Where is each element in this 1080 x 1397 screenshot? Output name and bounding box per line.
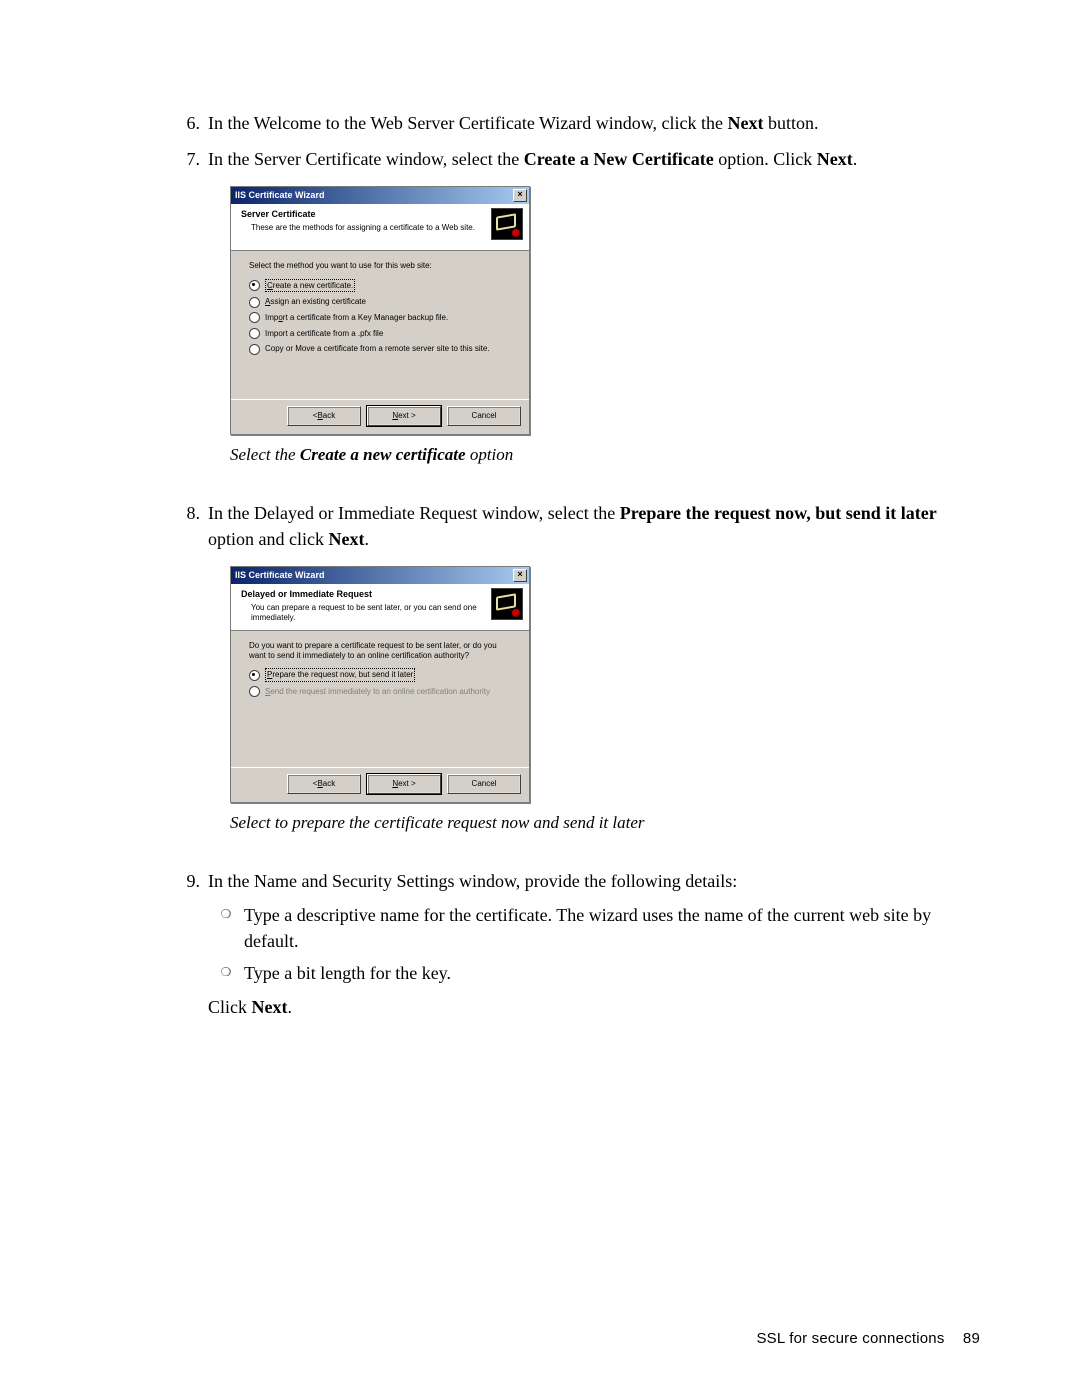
radio-copy-move-remote[interactable]: Copy or Move a certificate from a remote…: [249, 343, 511, 355]
page-footer: SSL for secure connections 89: [756, 1330, 980, 1347]
radio-assign-existing[interactable]: Assign an existing certificate: [249, 296, 511, 308]
step-number: 8.: [170, 500, 208, 858]
cancel-button[interactable]: Cancel: [447, 774, 521, 794]
step-number: 6.: [170, 110, 208, 136]
dialog-subtitle: Delayed or Immediate Request: [241, 588, 485, 601]
back-button[interactable]: < Back: [287, 406, 361, 426]
step-closing: Click Next.: [208, 994, 980, 1020]
dialog-footer: < Back Next > Cancel: [231, 767, 529, 802]
dialog-description: These are the methods for assigning a ce…: [241, 223, 485, 233]
dialog-subtitle: Server Certificate: [241, 208, 485, 221]
radio-icon: [249, 280, 260, 291]
step-9: 9. In the Name and Security Settings win…: [170, 868, 980, 1020]
step-body: In the Name and Security Settings window…: [208, 868, 980, 1020]
dialog-instruction: Select the method you want to use for th…: [249, 261, 511, 271]
step-body: In the Server Certificate window, select…: [208, 146, 980, 490]
bullet-icon: ❍: [208, 902, 244, 954]
certificate-icon: [491, 588, 523, 620]
step-7: 7. In the Server Certificate window, sel…: [170, 146, 980, 490]
screenshot-dialog-1: IIS Certificate Wizard × Server Certific…: [230, 186, 980, 435]
radio-send-immediately: Send the request immediately to an onlin…: [249, 686, 511, 698]
radio-icon: [249, 297, 260, 308]
radio-icon: [249, 670, 260, 681]
next-button[interactable]: Next >: [367, 774, 441, 794]
iis-cert-wizard-dialog: IIS Certificate Wizard × Server Certific…: [230, 186, 530, 435]
step-number: 7.: [170, 146, 208, 490]
dialog-body: Do you want to prepare a certificate req…: [231, 631, 529, 767]
back-button[interactable]: < Back: [287, 774, 361, 794]
bullet-icon: ❍: [208, 960, 244, 986]
dialog-description: You can prepare a request to be sent lat…: [241, 603, 485, 622]
document-page: 6. In the Welcome to the Web Server Cert…: [0, 0, 1080, 1397]
radio-prepare-later[interactable]: Prepare the request now, but send it lat…: [249, 668, 511, 682]
close-icon[interactable]: ×: [513, 189, 527, 202]
dialog-titlebar: IIS Certificate Wizard ×: [231, 187, 529, 204]
radio-icon: [249, 328, 260, 339]
radio-import-pfx[interactable]: Import a certificate from a .pfx file: [249, 328, 511, 340]
close-icon[interactable]: ×: [513, 569, 527, 582]
iis-cert-wizard-dialog: IIS Certificate Wizard × Delayed or Imme…: [230, 566, 530, 803]
radio-import-key-manager[interactable]: Import a certificate from a Key Manager …: [249, 312, 511, 324]
radio-icon: [249, 312, 260, 323]
instruction-list: 6. In the Welcome to the Web Server Cert…: [170, 110, 980, 1020]
certificate-icon: [491, 208, 523, 240]
next-button[interactable]: Next >: [367, 406, 441, 426]
step-6: 6. In the Welcome to the Web Server Cert…: [170, 110, 980, 136]
step-body: In the Delayed or Immediate Request wind…: [208, 500, 980, 858]
dialog-title: IIS Certificate Wizard: [235, 189, 324, 202]
dialog-title: IIS Certificate Wizard: [235, 569, 324, 582]
dialog-header: Delayed or Immediate Request You can pre…: [231, 584, 529, 631]
dialog-footer: < Back Next > Cancel: [231, 399, 529, 434]
screenshot-dialog-2: IIS Certificate Wizard × Delayed or Imme…: [230, 566, 980, 803]
sub-item: ❍ Type a descriptive name for the certif…: [208, 902, 980, 954]
cancel-button[interactable]: Cancel: [447, 406, 521, 426]
dialog-body: Select the method you want to use for th…: [231, 251, 529, 399]
radio-icon: [249, 686, 260, 697]
step-number: 9.: [170, 868, 208, 1020]
radio-create-new-certificate[interactable]: Create a new certificate.: [249, 279, 511, 293]
radio-icon: [249, 344, 260, 355]
footer-section-title: SSL for secure connections: [756, 1330, 944, 1347]
step-body: In the Welcome to the Web Server Certifi…: [208, 110, 980, 136]
dialog-titlebar: IIS Certificate Wizard ×: [231, 567, 529, 584]
dialog-instruction: Do you want to prepare a certificate req…: [249, 641, 511, 660]
figure-caption-2: Select to prepare the certificate reques…: [230, 811, 980, 836]
page-number: 89: [963, 1330, 980, 1347]
sub-list: ❍ Type a descriptive name for the certif…: [208, 902, 980, 986]
sub-item: ❍ Type a bit length for the key.: [208, 960, 980, 986]
step-8: 8. In the Delayed or Immediate Request w…: [170, 500, 980, 858]
figure-caption-1: Select the Create a new certificate opti…: [230, 443, 980, 468]
dialog-header: Server Certificate These are the methods…: [231, 204, 529, 251]
